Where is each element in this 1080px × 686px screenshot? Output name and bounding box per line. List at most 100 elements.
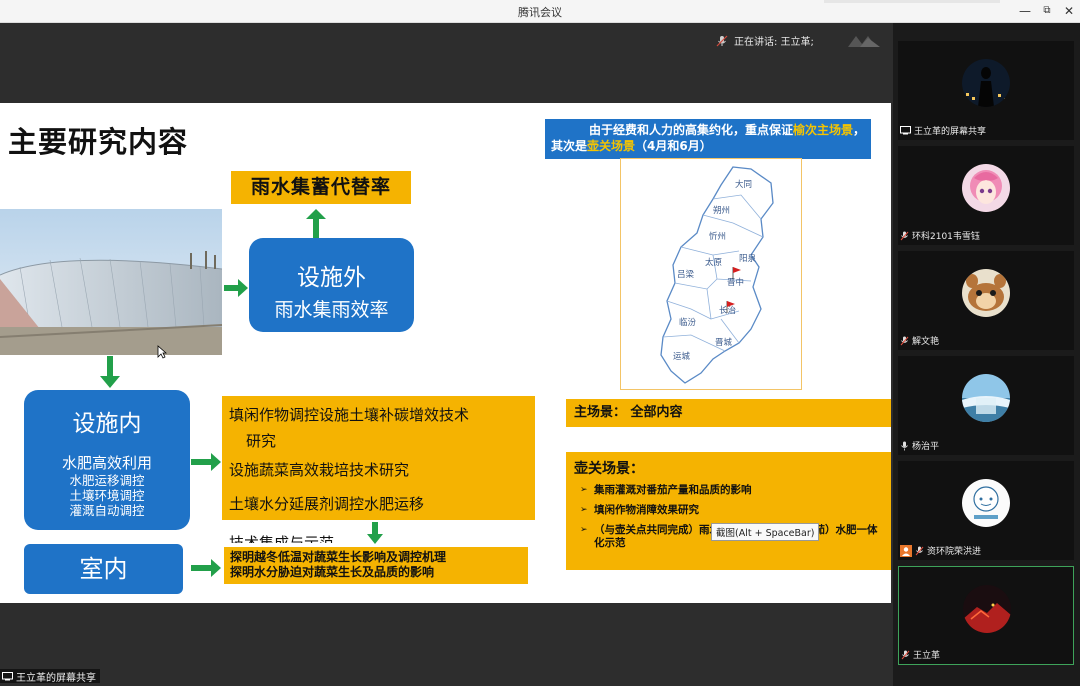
participant-name-text: 解文艳: [912, 337, 940, 347]
arrow-down-icon: [100, 356, 120, 388]
speaker-mic-icon: [716, 35, 728, 46]
room-box: 室内: [24, 544, 183, 594]
participant-name: 王立革: [901, 648, 940, 661]
map-label: 忻州: [709, 231, 726, 242]
participant-name-text: 环科2101韦雪钰: [912, 232, 980, 242]
avatar: [962, 479, 1010, 527]
participant-name-text: 王立革的屏幕共享: [914, 127, 987, 137]
avatar: [963, 585, 1011, 633]
research-item: 设施蔬菜高效栽培技术研究: [229, 461, 410, 479]
screenshot-tooltip: 截图(Alt + SpaceBar): [711, 523, 820, 541]
participant-name: 环科2101韦雪钰: [900, 229, 980, 242]
screen-share-label: 王立革的屏幕共享: [0, 669, 100, 684]
presentation-slide: 主要研究内容 雨水集蓄代替率 设施外 雨水集雨效率 设施内 水肥高效利用 水肥运…: [0, 103, 891, 603]
participant-tile-active[interactable]: 王立革: [898, 566, 1074, 665]
indoor-title: 设施内: [72, 411, 142, 437]
arrow-right-icon: [191, 453, 221, 471]
indoor-facility-box: 设施内 水肥高效利用 水肥运移调控 土壤环境调控 灌溉自动调控: [24, 390, 190, 530]
participant-tile[interactable]: 王立革的屏幕共享: [898, 41, 1074, 140]
note-text: 由于经费和人力的高集约化，重点保证: [588, 123, 793, 137]
mic-muted-icon: [915, 546, 924, 555]
room-items-box: 探明越冬低温对蔬菜生长影响及调控机理 探明水分胁迫对蔬菜生长及品质的影响: [224, 547, 528, 584]
restore-button[interactable]: ⧉: [1036, 2, 1058, 20]
note-highlight-hg: 壶关场景: [587, 139, 636, 153]
mic-muted-icon: [901, 650, 910, 659]
note-highlight-main: 榆次主场景: [792, 123, 853, 137]
map-label: 晋城: [715, 338, 733, 348]
note-text: ，: [852, 123, 865, 137]
research-item: 土壤水分延展剂调控水肥运移: [229, 495, 425, 513]
rain-replacement-box: 雨水集蓄代替率: [231, 171, 411, 204]
huguan-scene-item: 集雨灌溉对番茄产量和品质的影响: [580, 484, 883, 497]
indoor-line-4: 灌溉自动调控: [69, 503, 145, 518]
participant-name: 解文艳: [900, 334, 939, 347]
mic-muted-icon: [900, 231, 909, 240]
close-button[interactable]: ✕: [1058, 2, 1080, 20]
map-label: 阳泉: [739, 253, 757, 264]
research-item: 填闲作物调控设施土壤补碳增效技术: [229, 406, 470, 424]
window-titlebar: 腾讯会议 — ⧉ ✕: [0, 0, 1080, 23]
screen-share-label-text: 王立革的屏幕共享: [16, 672, 96, 684]
map-label: 临汾: [679, 317, 697, 328]
avatar: [962, 164, 1010, 212]
participant-name: 资环院荣洪进: [900, 544, 981, 557]
mouse-cursor-icon: [157, 345, 167, 359]
shanxi-map: 大同 朔州 忻州 阳泉 太原 吕梁 晋中 临汾 长治 晋城 运城: [620, 158, 802, 390]
avatar: [962, 59, 1010, 107]
slide-title: 主要研究内容: [8, 125, 189, 159]
avatar: [962, 374, 1010, 422]
minimize-button[interactable]: —: [1014, 2, 1036, 20]
screen-share-icon: [2, 671, 13, 680]
outdoor-facility-box: 设施外 雨水集雨效率: [249, 238, 414, 332]
indoor-line-3: 土壤环境调控: [69, 488, 145, 503]
map-label: 晋中: [727, 277, 744, 288]
room-item: 探明越冬低温对蔬菜生长影响及调控机理: [230, 550, 447, 564]
huguan-scene-box: 壶关场景： 集雨灌溉对番茄产量和品质的影响 填闲作物消障效果研究 （与壶关点共同…: [566, 452, 891, 570]
avatar: [962, 269, 1010, 317]
participant-name-text: 王立革: [913, 651, 941, 661]
screen-share-area: 正在讲话: 王立革; 主要研究内容 雨水集蓄代替率 设施外 雨水集雨效率 设施内…: [0, 23, 893, 686]
speaking-indicator: 正在讲话: 王立革;: [716, 33, 814, 48]
map-label: 运城: [673, 352, 691, 362]
screen-share-icon: [900, 126, 911, 135]
note-text: 其次是: [551, 139, 588, 153]
tencent-meeting-logo-icon: [848, 36, 880, 47]
participant-name-text: 资环院荣洪进: [927, 547, 982, 557]
participant-name: 杨治平: [900, 439, 939, 452]
arrow-right-icon: [224, 279, 248, 297]
participant-sidebar: 王立革的屏幕共享 环科2101韦雪钰 解文艳 杨治平 资环院荣洪进 王立革: [893, 23, 1080, 686]
research-items-box: 填闲作物调控设施土壤补碳增效技术 研究 设施蔬菜高效栽培技术研究 土壤水分延展剂…: [222, 396, 535, 520]
map-label: 大同: [735, 179, 752, 190]
indoor-line-2: 水肥运移调控: [69, 473, 145, 488]
note-text: （4月和6月）: [635, 139, 712, 153]
participant-tile[interactable]: 环科2101韦雪钰: [898, 146, 1074, 245]
mic-icon: [901, 441, 908, 450]
participant-name: 王立革的屏幕共享: [900, 124, 986, 137]
participant-name-text: 杨治平: [912, 442, 940, 452]
map-label: 朔州: [713, 205, 730, 216]
outdoor-title: 设施外: [297, 265, 366, 291]
huguan-scene-item: 填闲作物消障效果研究: [580, 504, 883, 517]
main-scene-box: 主场景： 全部内容: [566, 399, 891, 427]
huguan-scene-title: 壶关场景：: [574, 461, 644, 477]
arrow-right-icon: [191, 559, 221, 577]
greenhouse-photo: [0, 209, 222, 355]
participant-tile[interactable]: 资环院荣洪进: [898, 461, 1074, 560]
titlebar-scroll-stub: [824, 0, 1000, 3]
outdoor-subtitle: 雨水集雨效率: [274, 299, 389, 321]
window-title: 腾讯会议: [518, 6, 562, 19]
shanxi-map-outline: 大同 朔州 忻州 阳泉 太原 吕梁 晋中 临汾 长治 晋城 运城: [660, 166, 774, 384]
map-label: 太原: [705, 257, 722, 268]
research-item-partial: 技术集成与示范: [229, 534, 335, 543]
indoor-line-1: 水肥高效利用: [61, 454, 152, 472]
priority-note-banner: 由于经费和人力的高集约化，重点保证榆次主场景， 其次是壶关场景（4月和6月）: [545, 119, 871, 159]
arrow-down-icon: [367, 522, 383, 544]
room-title: 室内: [79, 555, 128, 583]
participant-tile[interactable]: 杨治平: [898, 356, 1074, 455]
arrow-up-icon: [306, 209, 326, 239]
room-item: 探明水分胁迫对蔬菜生长及品质的影响: [230, 565, 435, 579]
speaking-label: 正在讲话: 王立革;: [734, 37, 814, 48]
participant-tile[interactable]: 解文艳: [898, 251, 1074, 350]
user-avatar-icon: [900, 544, 912, 557]
research-item-cont: 研究: [246, 432, 277, 450]
